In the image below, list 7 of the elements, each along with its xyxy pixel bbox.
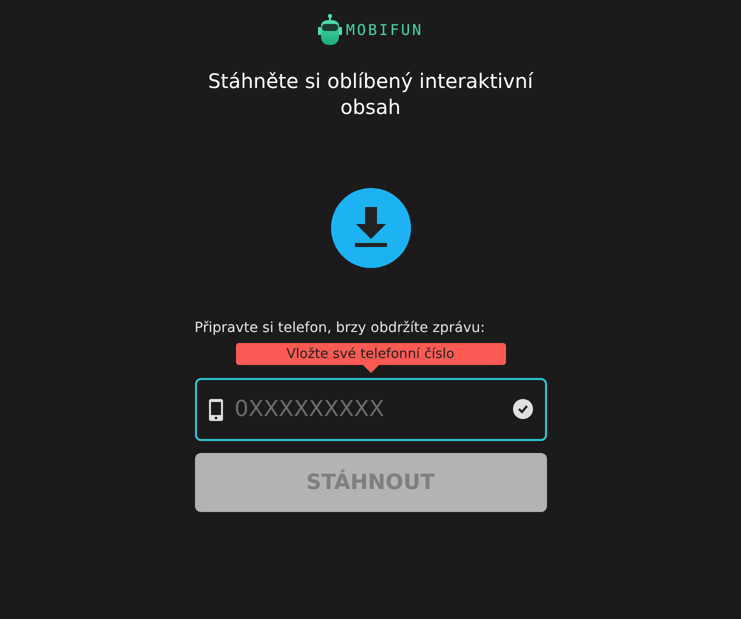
- logo-text: MOBIFUN: [346, 20, 424, 41]
- phone-field[interactable]: 0XXXXXXXXX: [194, 378, 546, 441]
- heading: Stáhněte si oblíbený interaktivní obsah: [206, 68, 534, 120]
- phone-icon: [208, 399, 222, 421]
- prompt-text: Připravte si telefon, brzy obdržíte zprávu:: [194, 319, 486, 338]
- robot-icon: [318, 14, 342, 46]
- download-icon: [330, 188, 410, 268]
